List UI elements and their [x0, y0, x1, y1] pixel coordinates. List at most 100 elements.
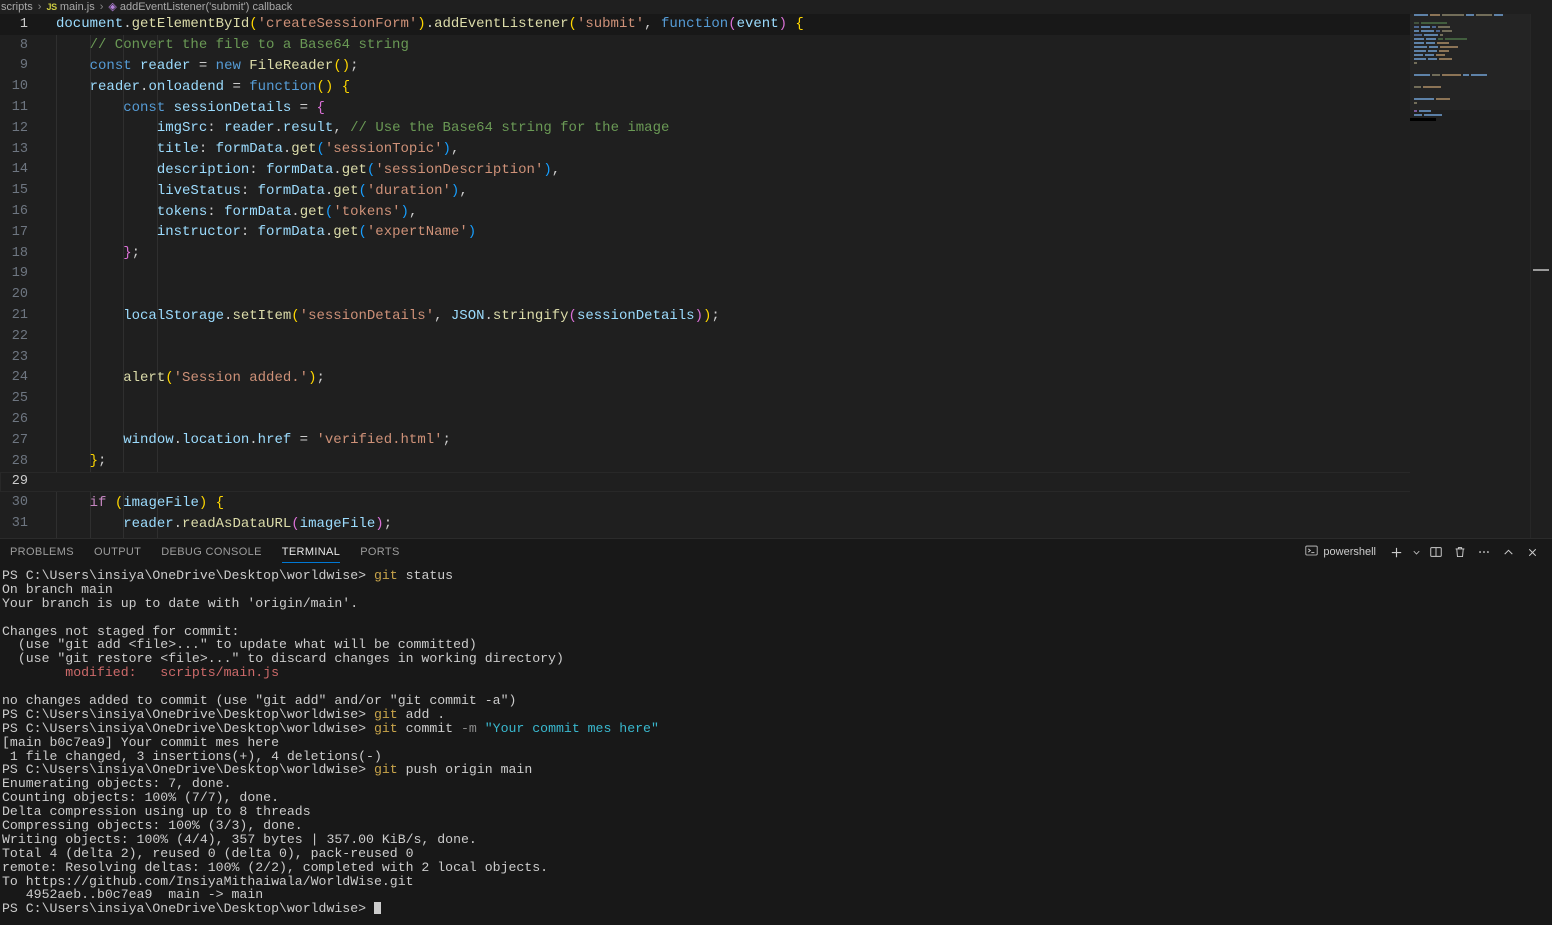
line-number: 21 — [11, 308, 28, 324]
terminal-icon — [1305, 544, 1318, 560]
terminal-line: PS C:\Users\insiya\OneDrive\Desktop\worl… — [2, 568, 454, 583]
breadcrumb-file-label: main.js — [59, 1, 95, 13]
code-line[interactable]: 12 imgSrc: reader.result, // Use the Bas… — [0, 118, 1552, 139]
minimap-line — [1410, 114, 1530, 117]
terminal-line: Total 4 (delta 2), reused 0 (delta 0), p… — [2, 845, 414, 861]
line-number: 16 — [11, 204, 28, 220]
terminal-output[interactable]: PS C:\Users\insiya\OneDrive\Desktop\worl… — [0, 565, 1552, 925]
code-line[interactable]: 21 localStorage.setItem('sessionDetails'… — [0, 305, 1552, 326]
breadcrumb-symbol-label: addEventListener('submit') callback — [119, 1, 293, 13]
code-line[interactable]: 26 — [0, 409, 1552, 430]
minimap[interactable] — [1410, 14, 1530, 538]
line-number: 10 — [11, 79, 28, 95]
split-terminal-button[interactable] — [1424, 541, 1448, 563]
code-line[interactable]: 9 const reader = new FileReader(); — [0, 56, 1552, 77]
code-line[interactable]: 28 }; — [0, 451, 1552, 472]
panel-tab-terminal[interactable]: TERMINAL — [272, 539, 350, 565]
breadcrumb: scripts › JS main.js › ◈ addEventListene… — [0, 0, 1552, 14]
panel-tab-problems[interactable]: PROBLEMS — [0, 539, 84, 565]
terminal-line: (use "git restore <file>..." to discard … — [2, 651, 564, 667]
code-text: const reader = new FileReader(); — [89, 57, 359, 74]
terminal-line: 4952aeb..b0c7ea9 main -> main — [2, 887, 264, 903]
minimap-edge-decoration — [1410, 118, 1436, 121]
panel-tab-ports[interactable]: PORTS — [350, 539, 409, 565]
line-number: 1 — [19, 16, 28, 32]
line-number: 30 — [11, 495, 28, 511]
terminal-profile[interactable]: powershell — [1301, 544, 1384, 560]
maximize-panel-button[interactable] — [1496, 541, 1520, 563]
terminal-line: [main b0c7ea9] Your commit mes here — [2, 734, 279, 750]
line-number: 22 — [11, 328, 28, 344]
terminal-cursor — [373, 902, 381, 915]
symbol-event-icon: ◈ — [108, 0, 117, 13]
terminal-line: Counting objects: 100% (7/7), done. — [2, 790, 279, 806]
panel-tab-output[interactable]: OUTPUT — [84, 539, 151, 565]
code-line[interactable]: 23 — [0, 347, 1552, 368]
line-number: 28 — [11, 453, 28, 469]
code-line[interactable]: 13 title: formData.get('sessionTopic'), — [0, 139, 1552, 160]
code-line[interactable]: 14 description: formData.get('sessionDes… — [0, 160, 1552, 181]
code-text: instructor: formData.get('expertName') — [156, 224, 477, 241]
line-number: 8 — [19, 37, 28, 53]
code-line[interactable]: 24 alert('Session added.'); — [0, 368, 1552, 389]
code-line[interactable]: 20 — [0, 284, 1552, 305]
terminal-line: Delta compression using up to 8 threads — [2, 804, 311, 820]
code-line[interactable]: 29 — [0, 471, 1552, 493]
terminal-line: (use "git add <file>..." to update what … — [2, 637, 477, 653]
line-number: 14 — [11, 162, 28, 178]
scrollbar-marker — [1533, 269, 1549, 271]
code-line[interactable]: 31 reader.readAsDataURL(imageFile); — [0, 513, 1552, 534]
code-text: reader.readAsDataURL(imageFile); — [123, 515, 393, 532]
terminal-profile-label: powershell — [1323, 546, 1376, 558]
code-line[interactable]: 19 — [0, 264, 1552, 285]
breadcrumb-separator-2: › — [99, 1, 104, 13]
close-panel-button[interactable] — [1520, 541, 1544, 563]
editor-scrollbar[interactable] — [1530, 14, 1552, 538]
code-line[interactable]: 10 reader.onloadend = function() { — [0, 76, 1552, 97]
code-text: // Convert the file to a Base64 string — [56, 37, 409, 54]
code-text: imgSrc: reader.result, // Use the Base64… — [156, 120, 670, 137]
new-terminal-button[interactable] — [1384, 541, 1408, 563]
terminal-line: 1 file changed, 3 insertions(+), 4 delet… — [2, 748, 382, 764]
code-line[interactable]: 15 liveStatus: formData.get('duration'), — [0, 180, 1552, 201]
code-line[interactable]: 25 — [0, 388, 1552, 409]
code-line[interactable]: 22 — [0, 326, 1552, 347]
code-text: const sessionDetails = { — [123, 99, 325, 116]
code-line[interactable]: 18 }; — [0, 243, 1552, 264]
breadcrumb-file[interactable]: JS main.js — [45, 1, 95, 13]
line-number: 26 — [11, 412, 28, 428]
line-number: 12 — [11, 120, 28, 136]
breadcrumb-symbol[interactable]: ◈ addEventListener('submit') callback — [107, 1, 293, 13]
code-line[interactable]: 17 instructor: formData.get('expertName'… — [0, 222, 1552, 243]
breadcrumb-folder[interactable]: scripts — [0, 1, 34, 13]
minimap-slider[interactable] — [1410, 14, 1530, 110]
minimap-line — [1410, 110, 1530, 113]
breadcrumb-folder-label: scripts — [1, 1, 33, 13]
line-number: 11 — [11, 100, 28, 116]
code-line[interactable]: 30 if (imageFile) { — [0, 492, 1552, 513]
terminal-prompt-line[interactable]: PS C:\Users\insiya\OneDrive\Desktop\worl… — [2, 902, 1552, 916]
line-number: 29 — [11, 474, 28, 490]
code-text: tokens: formData.get('tokens'), — [156, 203, 418, 220]
code-lines[interactable]: 1 document.getElementById('createSessionF… — [0, 14, 1552, 538]
terminal-line: PS C:\Users\insiya\OneDrive\Desktop\worl… — [2, 762, 533, 778]
code-line[interactable]: 27 window.location.href = 'verified.html… — [0, 430, 1552, 451]
code-line[interactable]: 16 tokens: formData.get('tokens'), — [0, 201, 1552, 222]
panel-tabs[interactable]: PROBLEMS OUTPUT DEBUG CONSOLE TERMINAL PORTS — [0, 539, 410, 565]
code-line[interactable]: 11 const sessionDetails = { — [0, 97, 1552, 118]
line-number: 31 — [11, 516, 28, 532]
code-line[interactable]: 1 document.getElementById('createSessionF… — [0, 14, 1552, 35]
code-editor[interactable]: 1 document.getElementById('createSessionF… — [0, 14, 1552, 538]
kill-terminal-button[interactable] — [1448, 541, 1472, 563]
terminal-line: Your branch is up to date with 'origin/m… — [2, 595, 359, 611]
line-number: 19 — [11, 266, 28, 282]
panel-tab-debug-console[interactable]: DEBUG CONSOLE — [151, 539, 272, 565]
terminal-line: On branch main — [2, 581, 113, 597]
line-number: 25 — [11, 391, 28, 407]
code-line[interactable]: 8 // Convert the file to a Base64 string — [0, 35, 1552, 56]
more-actions-button[interactable] — [1472, 541, 1496, 563]
code-text: if (imageFile) { — [89, 494, 225, 511]
terminal-line: modified: scripts/main.js — [2, 665, 279, 681]
chevron-down-icon[interactable] — [1408, 541, 1424, 563]
line-number: 23 — [11, 349, 28, 365]
